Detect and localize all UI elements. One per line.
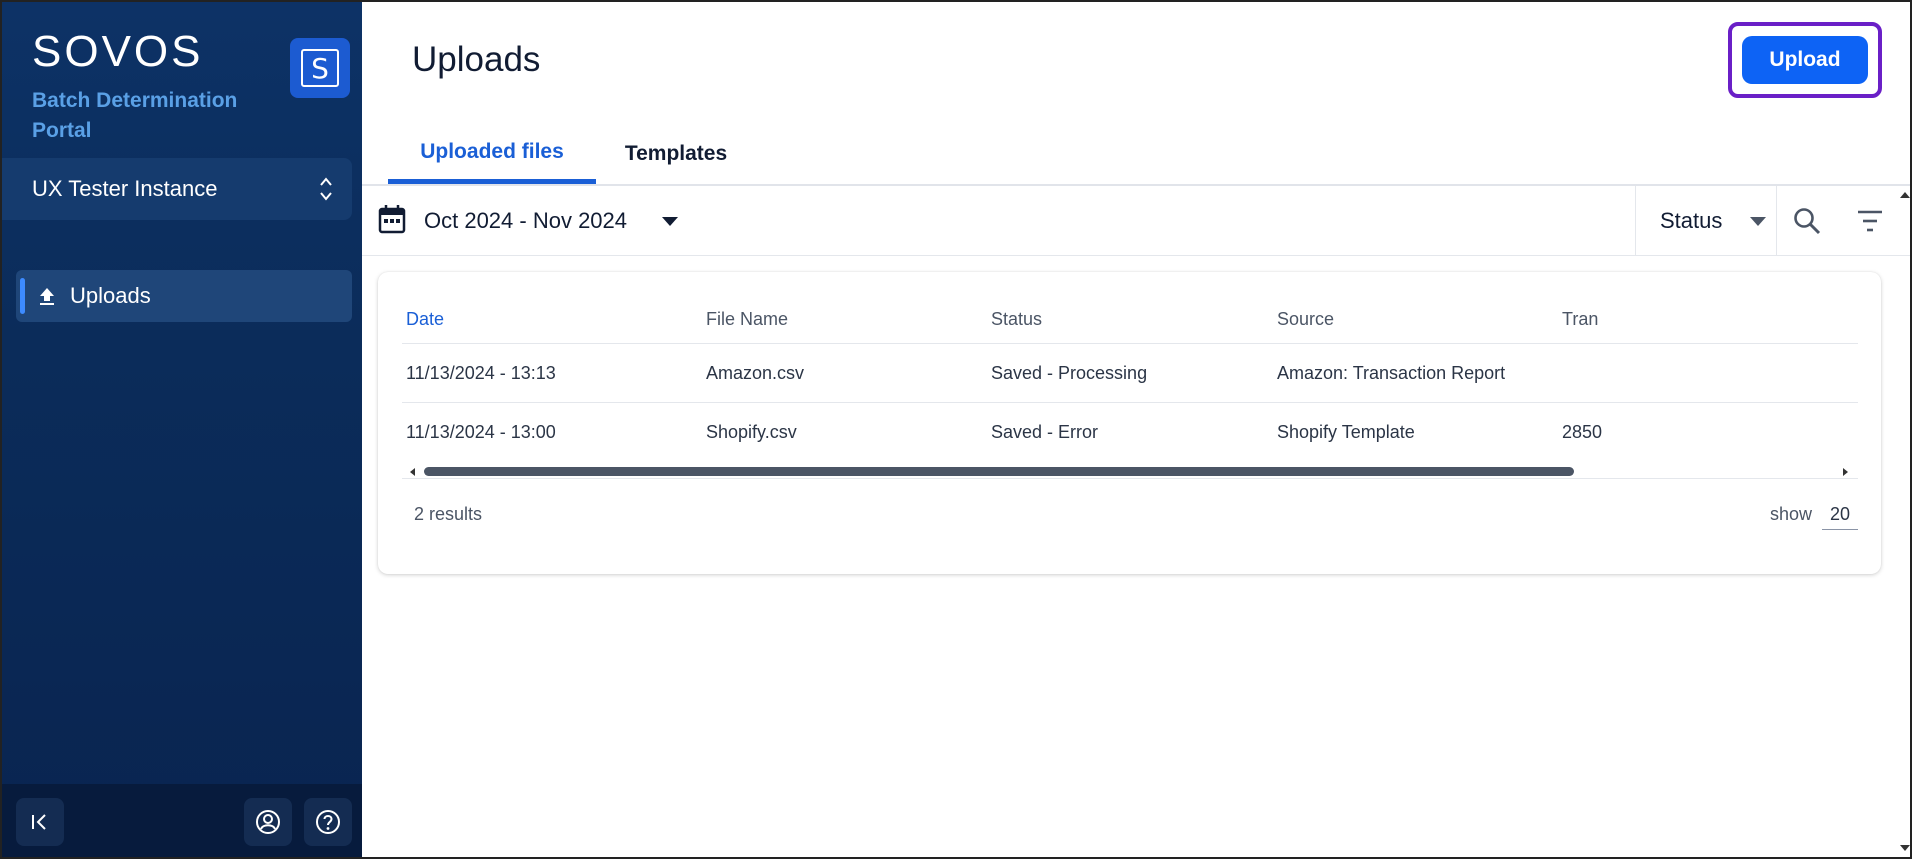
scroll-left-arrow[interactable]	[410, 468, 415, 476]
caret-down-icon	[1750, 217, 1766, 226]
scrollbar-thumb[interactable]	[424, 467, 1574, 476]
brand: SOVOS Batch Determination Portal	[32, 30, 272, 146]
column-header-file-name[interactable]: File Name	[706, 309, 788, 330]
status-filter-label: Status	[1660, 208, 1723, 233]
upload-button[interactable]: Upload	[1742, 36, 1868, 84]
cell-transactions: 2850	[1562, 422, 1603, 442]
cell-source: Shopify Template	[1277, 422, 1415, 442]
account-button[interactable]	[244, 798, 292, 846]
column-header-transactions[interactable]: Tran	[1562, 309, 1598, 330]
main-content: Uploads Upload Uploaded files Templates …	[362, 2, 1910, 857]
app-badge-icon: S	[290, 38, 350, 98]
scroll-up-arrow[interactable]	[1900, 192, 1910, 198]
sidebar: SOVOS Batch Determination Portal S UX Te…	[2, 2, 362, 857]
date-range-picker[interactable]: Oct 2024 - Nov 2024	[424, 208, 627, 234]
caret-down-icon[interactable]	[662, 217, 678, 226]
cell-status: Saved - Processing	[991, 363, 1148, 383]
page-title: Uploads	[412, 40, 541, 79]
sidebar-footer	[2, 784, 362, 857]
badge-letter: S	[301, 49, 339, 87]
status-filter-dropdown[interactable]: Status	[1635, 186, 1777, 256]
table-row[interactable]: 11/13/2024 - 13:13 Amazon.csv Saved - Pr…	[402, 344, 1858, 403]
portal-name: Batch Determination Portal	[32, 89, 238, 142]
sidebar-item-label: Uploads	[70, 283, 151, 308]
instance-label: UX Tester Instance	[32, 176, 218, 201]
table-row[interactable]: 11/13/2024 - 13:00 Shopify.csv Saved - E…	[402, 403, 1858, 462]
filter-toolbar: Oct 2024 - Nov 2024 Status	[362, 186, 1910, 256]
column-header-source[interactable]: Source	[1277, 309, 1334, 330]
cell-date: 11/13/2024 - 13:00	[406, 422, 556, 442]
table-viewport: Date File Name Status Source Tran 11/13/…	[402, 292, 1858, 492]
sidebar-item-uploads[interactable]: Uploads	[16, 270, 352, 322]
active-indicator	[20, 278, 25, 314]
collapse-sidebar-button[interactable]	[16, 798, 64, 846]
help-icon	[316, 810, 340, 834]
scroll-right-arrow[interactable]	[1843, 468, 1848, 476]
account-icon	[256, 810, 280, 834]
tab-uploaded-files[interactable]: Uploaded files	[388, 124, 596, 184]
calendar-icon[interactable]	[378, 204, 406, 234]
page-size-select[interactable]: 20	[1822, 498, 1858, 530]
column-header-date[interactable]: Date	[406, 309, 444, 330]
cell-file-name: Shopify.csv	[706, 422, 797, 442]
instance-selector[interactable]: UX Tester Instance	[2, 158, 352, 220]
column-header-status[interactable]: Status	[991, 309, 1042, 330]
results-count: 2 results	[414, 504, 483, 524]
search-icon[interactable]	[1792, 206, 1822, 236]
cell-date: 11/13/2024 - 13:13	[406, 363, 556, 383]
tab-templates[interactable]: Templates	[596, 124, 756, 184]
cell-file-name: Amazon.csv	[706, 363, 805, 383]
app-window: SOVOS Batch Determination Portal S UX Te…	[0, 0, 1912, 859]
scroll-down-arrow[interactable]	[1900, 845, 1910, 851]
upload-button-focus-ring: Upload	[1728, 22, 1882, 98]
chevron-up-down-icon	[320, 177, 332, 201]
page-size-label: show	[1770, 504, 1813, 524]
upload-icon	[40, 288, 54, 305]
help-button[interactable]	[304, 798, 352, 846]
cell-status: Saved - Error	[991, 422, 1099, 442]
table-header: Date File Name Status Source Tran	[402, 292, 1858, 344]
sovos-logo: SOVOS	[32, 27, 204, 76]
filter-icon[interactable]	[1856, 208, 1884, 234]
table-footer-divider	[402, 478, 1858, 479]
cell-source: Amazon: Transaction Report	[1277, 363, 1506, 383]
collapse-sidebar-icon	[32, 814, 46, 830]
uploads-table-card: Date File Name Status Source Tran 11/13/…	[378, 272, 1881, 574]
